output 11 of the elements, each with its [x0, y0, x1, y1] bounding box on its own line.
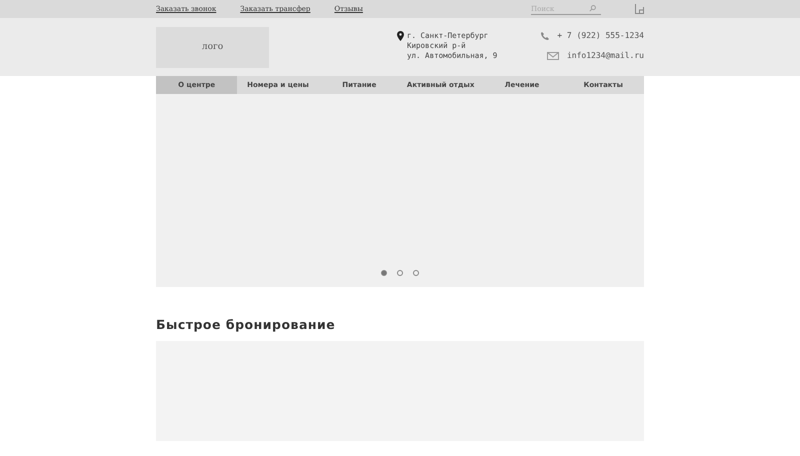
slider-dot[interactable]	[381, 270, 387, 276]
section-heading: Быстрое бронирование	[156, 317, 336, 332]
search-icon[interactable]	[589, 5, 596, 12]
email-link[interactable]: info1234@mail.ru	[566, 51, 644, 60]
slider-dot[interactable]	[413, 270, 419, 276]
phone-number[interactable]: + 7 (922) 555-1234	[557, 31, 644, 40]
logo[interactable]: лого	[156, 26, 269, 68]
map-pin-icon	[397, 31, 404, 41]
envelope-icon	[546, 52, 559, 60]
phone-icon	[541, 32, 550, 40]
slider-dot[interactable]	[397, 270, 403, 276]
